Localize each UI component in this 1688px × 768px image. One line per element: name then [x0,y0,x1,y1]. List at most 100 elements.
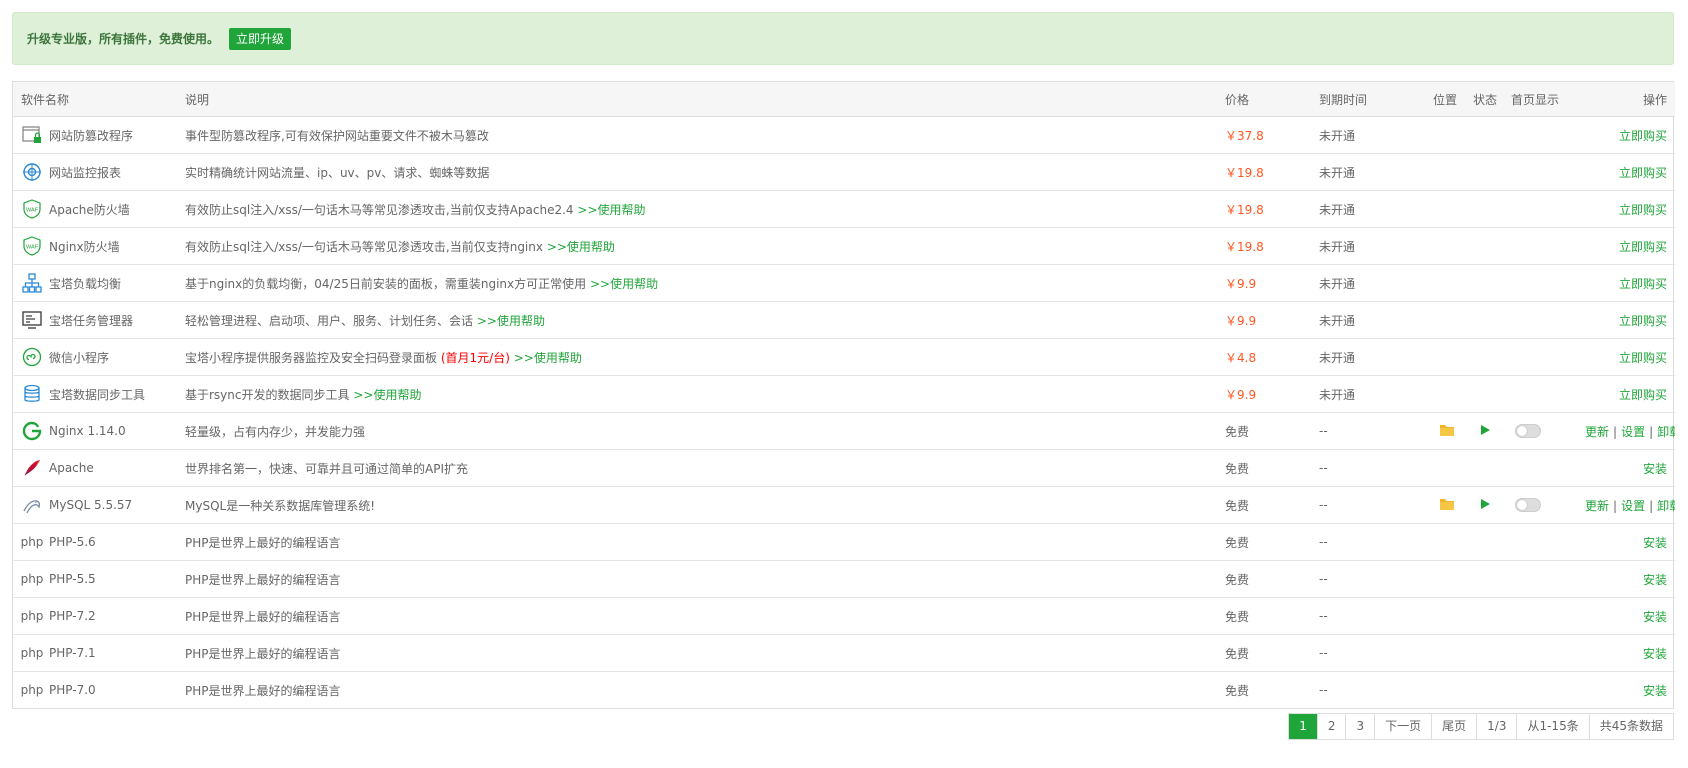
help-link[interactable]: >>使用帮助 [514,351,582,365]
row-desc-text: 事件型防篡改程序,可有效保护网站重要文件不被木马篡改 [185,128,489,143]
table-row: 宝塔任务管理器 轻松管理进程、启动项、用户、服务、计划任务、会话 >>使用帮助 ￥9… [13,301,1675,339]
help-link[interactable]: >>使用帮助 [590,277,658,291]
home-display-toggle[interactable] [1515,424,1541,439]
row-name: Nginx防火墙 [49,239,120,254]
row-desc-text: 轻量级，占有内存少，并发能力强 [185,424,366,439]
install-link[interactable]: 安装 [1643,610,1667,624]
buy-now-link[interactable]: 立即购买 [1619,203,1667,217]
install-link[interactable]: 安装 [1643,647,1667,661]
op-update-link[interactable]: 更新 [1585,425,1609,439]
home-display-toggle[interactable] [1515,498,1541,513]
row-name-cell: Apache [13,449,177,487]
buy-now-link[interactable]: 立即购买 [1619,129,1667,143]
row-price: ￥37.8 [1217,116,1311,154]
row-name: 微信小程序 [49,350,110,365]
page-1[interactable]: 1 [1289,714,1317,739]
row-status [1469,672,1507,709]
buy-now-link[interactable]: 立即购买 [1619,388,1667,402]
row-expire: -- [1311,412,1429,450]
row-status [1469,264,1507,302]
op-update-link[interactable]: 更新 [1585,499,1609,513]
row-ops: 立即购买 [1577,190,1675,228]
op-settings-link[interactable]: 设置 [1621,425,1645,439]
col-price: 价格 [1217,82,1311,117]
col-expire: 到期时间 [1311,82,1429,117]
row-home [1507,153,1577,191]
help-link[interactable]: >>使用帮助 [577,203,645,217]
page-3[interactable]: 3 [1345,714,1374,739]
row-expire: -- [1311,449,1429,487]
row-ops: 更新|设置|卸载 [1577,486,1675,524]
row-desc-text: 有效防止sql注入/xss/一句话木马等常见渗透攻击,当前仅支持Apache2.… [185,202,574,217]
buy-now-link[interactable]: 立即购买 [1619,240,1667,254]
install-link[interactable]: 安装 [1643,462,1667,476]
table-row: MySQL 5.5.57 MySQL是一种关系数据库管理系统! 免费 -- 更新 | 设置 |… [13,486,1675,524]
buy-now-link[interactable]: 立即购买 [1619,166,1667,180]
row-price: 免费 [1217,486,1311,524]
op-uninstall-link[interactable]: 卸载 [1657,425,1675,439]
row-name: 网站防篡改程序 [49,128,134,143]
row-desc-text: 实时精确统计网站流量、ip、uv、pv、请求、蜘蛛等数据 [185,165,490,180]
help-link[interactable]: >>使用帮助 [353,388,421,402]
row-status [1469,190,1507,228]
op-settings-link[interactable]: 设置 [1621,499,1645,513]
row-expire: 未开通 [1311,338,1429,376]
row-ops: 立即购买 [1577,338,1675,376]
row-name: PHP-5.6 [49,535,96,549]
row-location [1429,153,1469,191]
folder-icon[interactable] [1439,498,1455,514]
row-name-cell: 网站防篡改程序 [13,116,177,154]
row-name-cell: php PHP-5.5 [13,560,177,598]
buy-now-link[interactable]: 立即购买 [1619,314,1667,328]
row-ops: 立即购买 [1577,264,1675,302]
next-page[interactable]: 下一页 [1374,714,1431,739]
play-icon[interactable] [1479,498,1491,513]
install-link[interactable]: 安装 [1643,684,1667,698]
op-uninstall-link[interactable]: 卸载 [1657,499,1675,513]
svg-text:WAF: WAF [26,208,39,214]
row-price: 免费 [1217,412,1311,450]
row-desc-text: PHP是世界上最好的编程语言 [185,683,341,698]
row-price: ￥19.8 [1217,153,1311,191]
row-expire: -- [1311,523,1429,561]
buy-now-link[interactable]: 立即购买 [1619,277,1667,291]
php-logo-icon: php [20,609,44,623]
table-row: php PHP-5.6 PHP是世界上最好的编程语言 免费 -- 安装 [13,523,1675,561]
upgrade-banner: 升级专业版，所有插件，免费使用。 立即升级 [12,12,1674,65]
row-desc-text: 宝塔小程序提供服务器监控及安全扫码登录面板 [185,350,438,365]
monitor-report-icon [21,161,43,183]
software-table: 软件名称 说明 价格 到期时间 位置 状态 首页显示 操作 网站防篡改程序 事件型… [12,81,1675,709]
col-desc: 说明 [177,82,1217,117]
row-desc: 轻量级，占有内存少，并发能力强 [177,412,1217,450]
php-logo-icon: php [20,535,44,549]
svg-text:WAF: WAF [26,245,39,251]
col-home: 首页显示 [1507,82,1577,117]
row-name-cell: php PHP-7.1 [13,634,177,672]
folder-icon[interactable] [1439,424,1455,440]
row-home [1507,486,1577,524]
pagination: 1 2 3 下一页 尾页 1/3 从1-15条 共45条数据 [1288,713,1674,740]
row-price: ￥4.8 [1217,338,1311,376]
help-link[interactable]: >>使用帮助 [547,240,615,254]
buy-now-link[interactable]: 立即购买 [1619,351,1667,365]
row-location [1429,523,1469,561]
row-ops: 立即购买 [1577,153,1675,191]
help-link[interactable]: >>使用帮助 [477,314,545,328]
page-2[interactable]: 2 [1316,714,1346,739]
install-link[interactable]: 安装 [1643,536,1667,550]
upgrade-button[interactable]: 立即升级 [229,27,292,50]
tamper-proof-icon [21,124,43,146]
last-page[interactable]: 尾页 [1431,714,1476,739]
row-desc-text: 基于rsync开发的数据同步工具 [185,387,350,402]
table-row: Nginx 1.14.0轻量级，占有内存少，并发能力强免费--更新|设置|卸载 [13,412,1675,450]
row-status [1469,523,1507,561]
row-desc-text: 有效防止sql注入/xss/一句话木马等常见渗透攻击,当前仅支持nginx [185,239,543,254]
row-home [1507,449,1577,487]
php-logo-icon: php [20,683,44,697]
row-location [1429,338,1469,376]
row-home [1507,672,1577,709]
install-link[interactable]: 安装 [1643,573,1667,587]
row-name-cell: WAF Nginx防火墙 [13,227,177,265]
play-icon[interactable] [1479,424,1491,439]
table-row: 网站防篡改程序 事件型防篡改程序,可有效保护网站重要文件不被木马篡改 ￥37.8 未开… [13,116,1675,154]
